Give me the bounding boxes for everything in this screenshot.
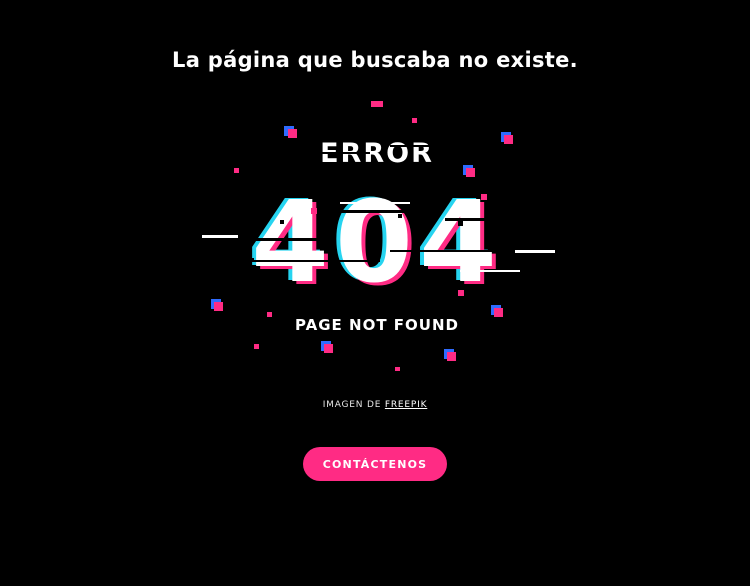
glitch-404-main: 404	[251, 178, 503, 308]
credit-prefix: IMAGEN DE	[322, 400, 382, 410]
error-404-illustration: ERROR 404 404 404 PAGE NOT FOUND	[190, 90, 570, 380]
glitch-404-code: 404 404 404	[200, 177, 555, 311]
image-credit: IMAGEN DE FREEPIK	[0, 400, 750, 410]
contact-us-button[interactable]: CONTÁCTENOS	[303, 447, 447, 481]
page-not-found-text: PAGE NOT FOUND	[295, 316, 459, 334]
page-title: La página que buscaba no existe.	[172, 48, 578, 72]
freepik-link[interactable]: FREEPIK	[385, 400, 427, 410]
glitch-404-graphic: ERROR 404 404 404 PAGE NOT FOUND	[200, 101, 555, 371]
